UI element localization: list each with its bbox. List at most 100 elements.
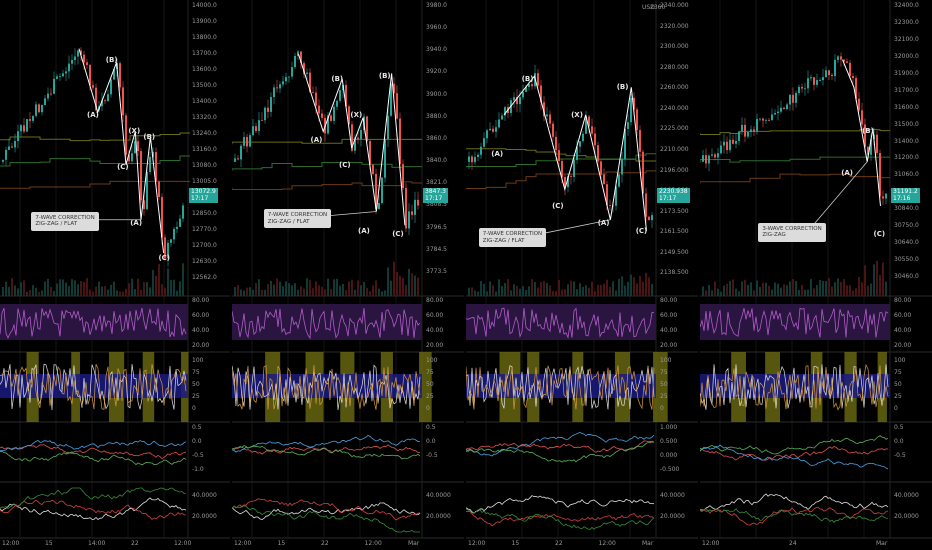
volume-bar: [573, 281, 575, 296]
chart-panel-3[interactable]: 2340.000 2320.000 2300.000 2280.000 2260.000…: [466, 0, 698, 550]
candle-body: [780, 107, 782, 112]
candle-body: [600, 161, 602, 175]
candle-body: [234, 158, 236, 162]
candle-body: [294, 55, 296, 68]
price-axis-label: 2173.500: [660, 207, 689, 215]
candle-body: [846, 61, 848, 63]
price-axis-label: 2196.000: [660, 166, 689, 174]
volume-bar: [95, 286, 97, 296]
adx-axis-label: 20.0000: [426, 513, 451, 520]
candle-body: [170, 239, 172, 243]
candle-body: [372, 164, 374, 174]
price-axis-label: 31600.0: [894, 103, 919, 111]
volume-bar: [164, 287, 166, 296]
candle-body: [501, 115, 503, 120]
chart-panel-4[interactable]: 32400.0 32300.0 32100.0 32000.0 31900.0 31700…: [700, 0, 932, 550]
volume-bar: [288, 283, 290, 296]
price-axis-label: 2260.000: [660, 84, 689, 92]
candle-body: [408, 211, 410, 229]
volume-bar: [249, 287, 251, 296]
candle-body: [513, 97, 515, 101]
volume-bar: [783, 284, 785, 296]
candle-body: [495, 127, 497, 132]
chart-panel-1[interactable]: 14000.0 13900.0 13800.0 13700.0 13600.0 13500…: [0, 0, 230, 550]
chart-panel-2-canvas[interactable]: [232, 0, 464, 550]
candle-body: [86, 62, 88, 65]
volume-bar: [411, 273, 413, 296]
level-step-line: [700, 156, 890, 163]
candle-body: [468, 156, 470, 162]
price-axis-label: 32000.0: [894, 52, 919, 60]
candle-body: [83, 54, 85, 63]
macd-axis-label: 0.0: [894, 438, 904, 445]
candle-body: [732, 139, 734, 144]
volume-bar: [549, 285, 551, 296]
volume-bar: [564, 289, 566, 296]
volume-bar: [140, 289, 142, 296]
chart-panel-2[interactable]: 3980.0 3960.0 3940.0 3920.0 3900.0 3880.0 3860…: [232, 0, 464, 550]
candle-body: [816, 80, 818, 85]
time-axis-label: 22: [131, 540, 139, 547]
volume-bar: [237, 285, 239, 296]
wave-label: (B): [105, 55, 118, 64]
last-price-tag: 13072.9 17:17: [189, 188, 218, 203]
volume-bar: [396, 271, 398, 296]
wave-label: (C): [552, 201, 564, 210]
time-axis-label: 12:00: [234, 540, 252, 547]
volume-bar: [786, 285, 788, 296]
volume-bar: [384, 290, 386, 296]
volume-bar: [110, 284, 112, 296]
volume-bar: [327, 278, 329, 296]
candle-body: [336, 100, 338, 107]
candle-body: [807, 78, 809, 89]
candle-body: [852, 75, 854, 79]
volume-bar: [297, 289, 299, 296]
price-axis-label: 3784.5: [426, 245, 447, 253]
candle-body: [282, 81, 284, 85]
candle-body: [549, 114, 551, 124]
candle-body: [858, 98, 860, 111]
level-step-line: [232, 161, 422, 171]
volume-bar: [149, 287, 151, 296]
volume-bar: [714, 281, 716, 296]
adx-axis-label: 20.0000: [660, 513, 685, 520]
volume-bar: [600, 284, 602, 296]
candle-body: [279, 84, 281, 89]
macd-axis-label: -0.5: [426, 452, 438, 459]
candle-body: [774, 113, 776, 115]
candle-body: [20, 125, 22, 132]
candle-body: [579, 141, 581, 147]
volume-bar: [882, 262, 884, 296]
volume-bar: [837, 278, 839, 296]
candle-body: [645, 193, 647, 217]
volume-bar: [128, 283, 130, 296]
time-axis-label: 14:00: [88, 540, 106, 547]
volume-bar: [83, 281, 85, 296]
volume-bar: [17, 288, 19, 296]
wave-label: (A): [358, 226, 370, 235]
volume-bar: [125, 288, 127, 296]
volume-bar: [77, 284, 79, 296]
rsi-axis-label: 60.00: [192, 312, 210, 319]
volume-bar: [723, 285, 725, 296]
adx-line: [466, 495, 655, 514]
wave-label: (B): [143, 132, 156, 141]
volume-bar: [56, 283, 58, 296]
candle-body: [498, 119, 500, 128]
candle-body: [243, 137, 245, 146]
rsi-axis-label: 40.00: [192, 327, 210, 334]
candle-body: [702, 155, 704, 162]
macd-line: [0, 450, 187, 466]
price-axis-label: 3860.0: [426, 134, 447, 142]
candle-body: [744, 124, 746, 137]
price-axis-label: 2138.500: [660, 269, 689, 277]
volume-bar: [834, 282, 836, 296]
candle-body: [258, 120, 260, 132]
price-axis-label: 3840.0: [426, 157, 447, 165]
candle-body: [411, 211, 413, 215]
candle-body: [651, 215, 653, 221]
volume-bar: [507, 279, 509, 296]
candle-body: [29, 119, 31, 121]
candle-body: [110, 79, 112, 95]
candle-body: [330, 115, 332, 121]
